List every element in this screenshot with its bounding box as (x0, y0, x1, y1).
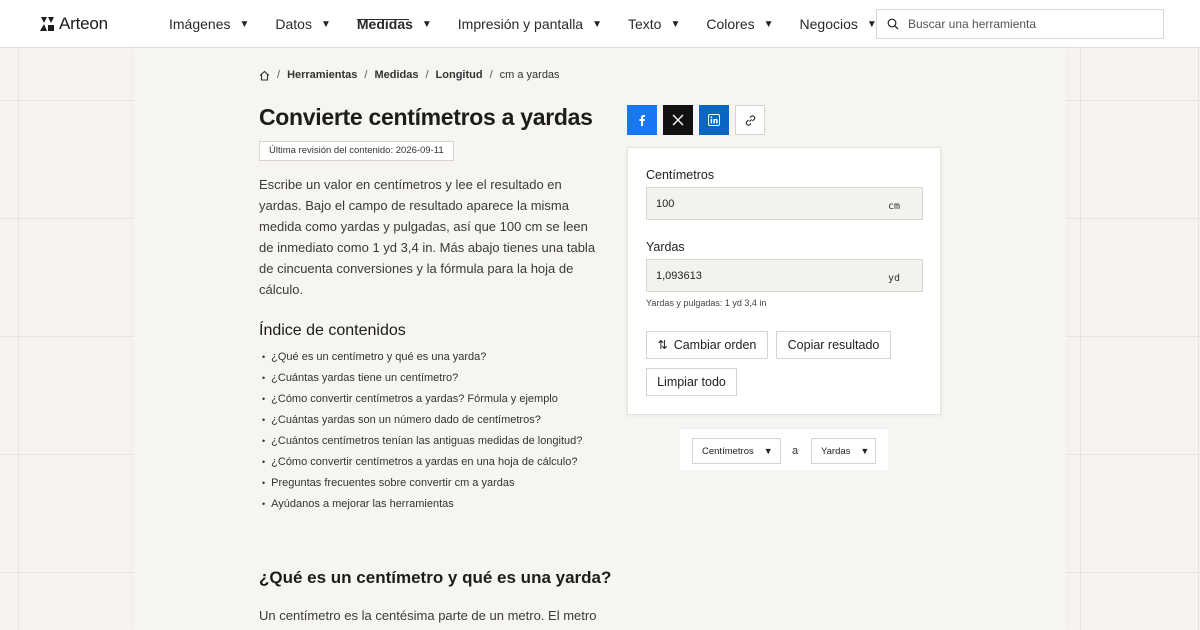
unit-connector: a (792, 445, 799, 457)
clear-all-button[interactable]: Limpiar todo (646, 368, 737, 396)
converter-card: Centímetros cm Yardas yd Yardas y pulgad… (627, 147, 941, 415)
link-icon (745, 114, 755, 126)
to-unit-select[interactable]: Yardas ▼ (811, 438, 876, 464)
share-facebook-button[interactable] (627, 105, 657, 135)
arteon-logo-icon (40, 17, 54, 31)
share-x-button[interactable] (663, 105, 693, 135)
top-header: Arteon Imágenes ▼ Datos ▼ Medidas ▼ Impresión … (0, 0, 1200, 48)
toc-link[interactable]: ¿Cuántos centímetros tenían las antiguas… (271, 434, 582, 455)
unit-selector: Centímetros ▼ a Yardas ▼ (680, 428, 888, 470)
from-unit-select[interactable]: Centímetros ▼ (692, 438, 781, 464)
intro-text: Escribe un valor en centímetros y lee el… (259, 177, 596, 297)
nav-item-colores[interactable]: Colores ▼ (706, 0, 773, 48)
chevron-down-icon: ▼ (860, 446, 870, 456)
table-of-contents: ¿Qué es un centímetro y qué es una yarda… (262, 350, 582, 518)
centimeters-label: Centímetros (646, 168, 715, 182)
toc-item[interactable]: ¿Cómo convertir centímetros a yardas en … (262, 455, 582, 476)
page-title: Convierte centímetros a yardas (259, 104, 593, 130)
toc-link[interactable]: ¿Cómo convertir centímetros a yardas en … (271, 455, 577, 476)
toc-link[interactable]: ¿Cómo convertir centímetros a yardas? Fó… (271, 392, 558, 413)
clear-all-label: Limpiar todo (657, 375, 726, 389)
nav-label: Medidas (356, 16, 413, 32)
breadcrumb-longitud[interactable]: Longitud (436, 69, 483, 81)
chevron-down-icon: ▼ (763, 446, 773, 456)
toc-item[interactable]: Preguntas frecuentes sobre convertir cm … (262, 476, 582, 497)
breadcrumb-separator: / (425, 69, 429, 81)
chevron-down-icon: ▼ (421, 18, 432, 30)
chevron-down-icon: ▼ (763, 18, 774, 30)
search-box[interactable] (876, 9, 1164, 39)
to-unit-value: Yardas (821, 445, 851, 457)
centimeters-input[interactable] (647, 188, 867, 219)
share-linkedin-button[interactable] (699, 105, 729, 135)
centimeters-field[interactable]: cm (646, 187, 923, 220)
nav-item-datos[interactable]: Datos ▼ (275, 0, 330, 48)
chevron-down-icon: ▼ (592, 18, 602, 30)
search-icon (887, 18, 899, 30)
breadcrumb: / Herramientas / Medidas / Longitud / cm… (259, 69, 560, 81)
x-icon (672, 114, 684, 126)
yards-input[interactable] (647, 260, 867, 291)
toc-item[interactable]: Ayúdanos a mejorar las herramientas (262, 497, 582, 518)
nav-item-imágenes[interactable]: Imágenes ▼ (169, 0, 249, 48)
toc-item[interactable]: ¿Cuántas yardas tiene un centímetro? (262, 371, 582, 392)
main-nav: Imágenes ▼ Datos ▼ Medidas ▼ Impresión y panta… (169, 0, 903, 48)
yards-field[interactable]: yd (646, 259, 923, 292)
breadcrumb-separator: / (277, 69, 281, 81)
section-heading: ¿Qué es un centímetro y qué es una yarda… (259, 568, 612, 587)
nav-label: Colores (706, 16, 755, 32)
chevron-down-icon: ▼ (670, 18, 681, 30)
toc-link[interactable]: ¿Qué es un centímetro y qué es una yarda… (271, 350, 486, 371)
yards-label: Yardas (646, 240, 685, 254)
toc-item[interactable]: ¿Cómo convertir centímetros a yardas? Fó… (262, 392, 582, 413)
toc-link[interactable]: ¿Cuántas yardas tiene un centímetro? (271, 371, 458, 392)
breadcrumb-medidas[interactable]: Medidas (374, 69, 418, 81)
search-input[interactable] (908, 17, 1148, 31)
nav-label: Imágenes (169, 16, 231, 32)
facebook-icon (639, 115, 645, 126)
swap-order-button[interactable]: ⇅ Cambiar orden (646, 331, 768, 359)
cm-unit: cm (887, 201, 900, 212)
copy-result-label: Copiar resultado (787, 338, 880, 352)
chevron-down-icon: ▼ (239, 18, 250, 30)
nav-label: Texto (628, 16, 662, 32)
nav-item-impresión-y-pantalla[interactable]: Impresión y pantalla ▼ (458, 0, 602, 48)
copy-result-button[interactable]: Copiar resultado (776, 331, 891, 359)
breadcrumb-separator: / (489, 69, 493, 81)
toc-item[interactable]: ¿Cuántas yardas son un número dado de ce… (262, 413, 582, 434)
toc-link[interactable]: ¿Cuántas yardas son un número dado de ce… (271, 413, 541, 434)
logo-text: Arteon (59, 14, 108, 33)
toc-link[interactable]: Ayúdanos a mejorar las herramientas (271, 497, 454, 518)
nav-label: Negocios (799, 16, 858, 32)
linkedin-icon (708, 114, 720, 126)
breadcrumb-separator: / (364, 69, 368, 81)
nav-label: Datos (275, 16, 312, 32)
toc-title: Índice de contenidos (259, 322, 406, 339)
toc-item[interactable]: ¿Qué es un centímetro y qué es una yarda… (262, 350, 582, 371)
yards-inches-helper: Yardas y pulgadas: 1 yd 3,4 in (646, 298, 767, 308)
breadcrumb-herramientas[interactable]: Herramientas (287, 69, 357, 81)
share-bar (627, 105, 765, 135)
chevron-down-icon: ▼ (320, 18, 331, 30)
yd-unit: yd (887, 273, 900, 284)
copy-link-button[interactable] (735, 105, 765, 135)
nav-item-medidas[interactable]: Medidas ▼ (356, 0, 432, 48)
swap-arrows-icon: ⇅ (657, 338, 668, 352)
home-icon[interactable] (259, 70, 270, 81)
nav-item-negocios[interactable]: Negocios ▼ (800, 0, 877, 48)
toc-link[interactable]: Preguntas frecuentes sobre convertir cm … (271, 476, 514, 497)
nav-item-texto[interactable]: Texto ▼ (628, 0, 680, 48)
nav-label: Impresión y pantalla (457, 16, 584, 32)
from-unit-value: Centímetros (702, 445, 754, 457)
revision-badge: Última revisión del contenido: 2026-09-1… (259, 141, 454, 161)
section-paragraph: Un centímetro es la centésima parte de u… (259, 608, 597, 623)
breadcrumb-current: cm a yardas (499, 69, 560, 81)
logo[interactable]: Arteon (39, 14, 108, 34)
toc-item[interactable]: ¿Cuántos centímetros tenían las antiguas… (262, 434, 582, 455)
swap-order-label: Cambiar orden (673, 338, 757, 352)
